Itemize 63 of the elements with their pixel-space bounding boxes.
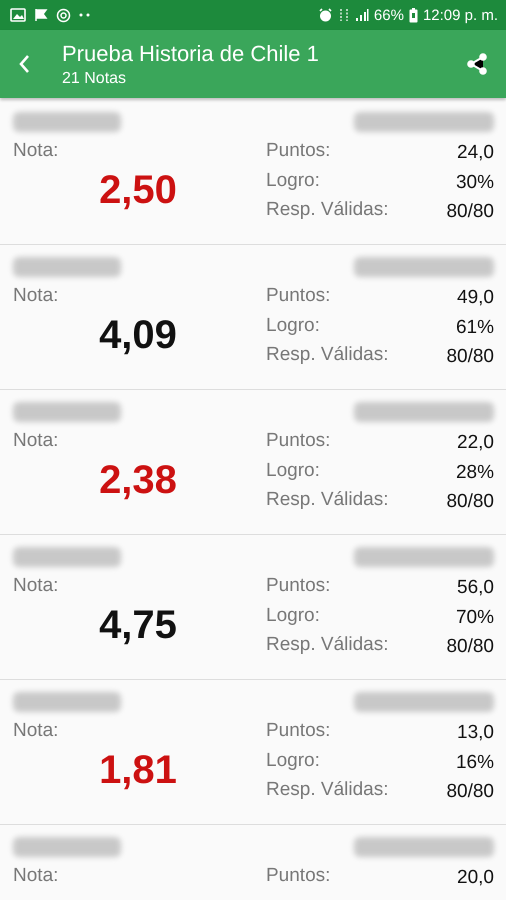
- battery-icon: [408, 8, 418, 22]
- alarm-icon: [318, 8, 333, 22]
- network-icon: [338, 8, 350, 22]
- grade-value: 2,50: [99, 168, 177, 213]
- battery-percentage: 66%: [374, 6, 404, 24]
- stat-label: Resp. Válidas:: [266, 198, 389, 222]
- stat-value: 80/80: [446, 635, 494, 659]
- stat-value: 28%: [456, 460, 494, 484]
- stat-label: Resp. Válidas:: [266, 778, 389, 802]
- result-row[interactable]: Nota: Puntos: 20,0: [0, 825, 506, 900]
- stat-label: Puntos:: [266, 429, 330, 453]
- result-row[interactable]: Nota: 1,81 Puntos: 13,0 Logro: 16% Resp. Válidas: 80/80: [0, 680, 506, 825]
- stat-label: Puntos:: [266, 284, 330, 308]
- stat-value: 70%: [456, 606, 494, 630]
- stat-value: 24,0: [457, 141, 494, 165]
- stat-value: 20,0: [457, 866, 494, 890]
- nota-label: Nota:: [13, 139, 60, 163]
- stat-value: 80/80: [446, 345, 494, 369]
- stat-value: 49,0: [457, 286, 494, 310]
- signal-icon: [354, 8, 369, 22]
- share-icon: [466, 52, 488, 76]
- back-icon: [18, 54, 30, 74]
- stat-value: 80/80: [446, 780, 494, 804]
- result-row[interactable]: Nota: 2,50 Puntos: 24,0 Logro: 30% Resp. Válidas: 80/80: [0, 100, 506, 245]
- screen-title: Prueba Historia de Chile 1: [62, 40, 319, 66]
- stat-label: Puntos:: [266, 719, 330, 743]
- stat-label: Logro:: [266, 458, 320, 482]
- stat-value: 56,0: [457, 576, 494, 600]
- grade-value: 1,81: [99, 748, 177, 793]
- grade-value: 4,09: [99, 313, 177, 358]
- stat-label: Puntos:: [266, 864, 330, 888]
- stat-value: 61%: [456, 316, 494, 340]
- stat-label: Resp. Válidas:: [266, 343, 389, 367]
- stat-value: 80/80: [446, 490, 494, 514]
- nota-label: Nota:: [13, 429, 60, 453]
- result-row[interactable]: Nota: 2,38 Puntos: 22,0 Logro: 28% Resp. Válidas: 80/80: [0, 390, 506, 535]
- dots-icon: [79, 13, 91, 17]
- nota-label: Nota:: [13, 719, 60, 743]
- screen-subtitle: 21 Notas: [62, 70, 128, 88]
- stat-label: Resp. Válidas:: [266, 633, 389, 657]
- result-row[interactable]: Nota: 4,75 Puntos: 56,0 Logro: 70% Resp. Válidas: 80/80: [0, 535, 506, 680]
- stat-value: 13,0: [457, 721, 494, 745]
- stat-label: Logro:: [266, 604, 320, 628]
- image-icon: [10, 8, 26, 22]
- stat-label: Puntos:: [266, 139, 330, 163]
- stat-value: 16%: [456, 750, 494, 774]
- stat-label: Logro:: [266, 748, 320, 772]
- stat-label: Resp. Válidas:: [266, 488, 389, 512]
- stat-label: Puntos:: [266, 574, 330, 598]
- flag-icon: [34, 8, 48, 22]
- result-row[interactable]: Nota: 4,09 Puntos: 49,0 Logro: 61% Resp. Válidas: 80/80: [0, 245, 506, 390]
- nota-label: Nota:: [13, 574, 60, 598]
- stat-value: 30%: [456, 170, 494, 194]
- clock-time: 12:09 p. m.: [422, 6, 498, 24]
- circle-icon: [56, 8, 71, 22]
- stat-value: 80/80: [446, 200, 494, 224]
- nota-label: Nota:: [13, 284, 60, 308]
- nota-label: Nota:: [13, 864, 60, 888]
- stat-value: 22,0: [457, 431, 494, 455]
- grade-value: 2,38: [99, 458, 177, 503]
- stat-label: Logro:: [266, 314, 320, 338]
- grade-value: 4,75: [99, 603, 177, 648]
- stat-label: Logro:: [266, 168, 320, 192]
